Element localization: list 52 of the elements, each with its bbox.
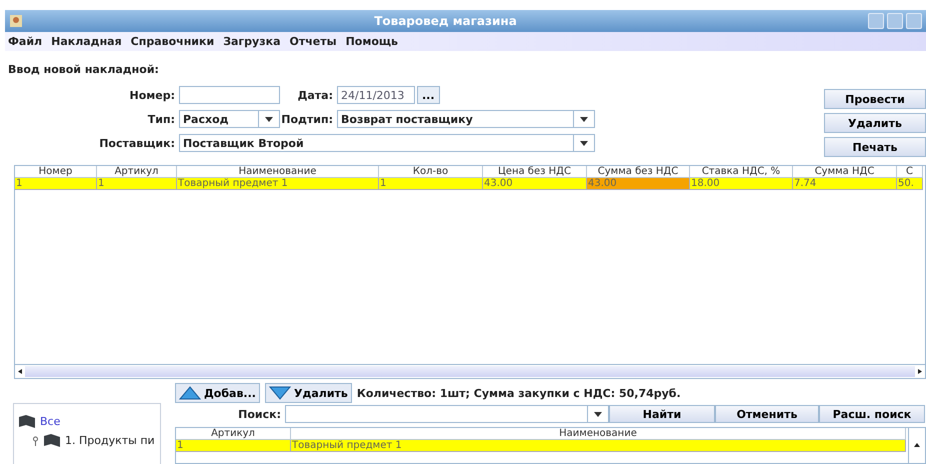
field-label: Тип:: [146, 112, 176, 126]
menu-item[interactable]: Помощь: [346, 35, 398, 48]
tree-handle-icon[interactable]: [32, 436, 39, 446]
table-cell[interactable]: 43.00: [483, 178, 587, 190]
window-title: Товаровед магазина: [373, 14, 518, 28]
add-button[interactable]: Добав...: [175, 383, 260, 403]
menu-item[interactable]: Справочники: [130, 35, 214, 48]
action-button[interactable]: Провести: [824, 89, 926, 109]
search-button[interactable]: Расш. поиск: [819, 405, 925, 423]
summary-text: Количество: 1шт; Сумма закупки с НДС: 50,74руб.: [356, 386, 681, 400]
menu-item[interactable]: Накладная: [51, 35, 122, 48]
table-cell[interactable]: 18.00: [690, 178, 793, 190]
search-button[interactable]: Отменить: [715, 405, 819, 423]
table-cell[interactable]: 1: [379, 178, 483, 190]
type-dropdown[interactable]: Расход: [179, 110, 280, 128]
down-triangle-icon: [268, 386, 291, 400]
action-button[interactable]: Удалить: [824, 113, 926, 133]
table-cell[interactable]: Товарный предмет 1: [291, 440, 906, 452]
app-icon: [9, 14, 23, 28]
menu-item[interactable]: Файл: [8, 35, 42, 48]
menu-item[interactable]: Отчеты: [290, 35, 337, 48]
tree-item[interactable]: Все: [14, 414, 160, 429]
table-cell[interactable]: 7.74: [793, 178, 897, 190]
horizontal-scrollbar[interactable]: [15, 364, 925, 378]
supplier-dropdown[interactable]: Поставщик Второй: [179, 134, 595, 152]
date-field[interactable]: 24/11/2013: [337, 86, 415, 104]
field-label: Поиск:: [237, 408, 282, 420]
search-field[interactable]: [285, 405, 609, 423]
scroll-up-icon[interactable]: [913, 442, 921, 448]
number-field[interactable]: [179, 86, 280, 104]
field-label: Номер:: [128, 88, 176, 102]
form-heading: Ввод новой накладной:: [8, 63, 160, 77]
search-button[interactable]: Найти: [609, 405, 715, 423]
folder-icon: [43, 433, 61, 448]
table-cell[interactable]: 1: [176, 440, 291, 452]
action-button[interactable]: Печать: [824, 137, 926, 157]
tree-item[interactable]: 1. Продукты пи: [14, 433, 160, 448]
table-cell[interactable]: 1: [15, 178, 97, 190]
table-cell[interactable]: 50.: [897, 178, 923, 190]
table-cell[interactable]: 1: [97, 178, 177, 190]
table-cell[interactable]: Товарный предмет 1: [177, 178, 379, 190]
up-triangle-icon: [179, 386, 201, 400]
folder-icon: [18, 414, 36, 429]
menu-item[interactable]: Загрузка: [223, 35, 280, 48]
subtype-dropdown[interactable]: Возврат поставщику: [337, 110, 595, 128]
remove-button[interactable]: Удалить: [264, 383, 352, 403]
field-label: Поставщик:: [98, 136, 176, 150]
date-picker-button[interactable]: ...: [417, 86, 440, 104]
field-label: Подтип:: [280, 112, 334, 126]
tree-label: Все: [40, 415, 60, 428]
tree-label: 1. Продукты пи: [65, 434, 155, 447]
field-label: Дата:: [296, 88, 334, 102]
